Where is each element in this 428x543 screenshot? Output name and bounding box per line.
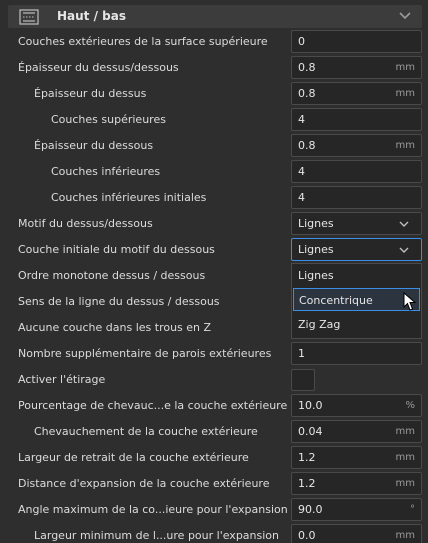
pattern-dropdown[interactable]: Lignes (291, 212, 422, 235)
setting-row: Couches supérieures 4 (0, 107, 428, 133)
setting-value: 1 (298, 347, 305, 360)
setting-unit: ° (410, 504, 415, 515)
setting-input[interactable]: 0.04 mm (291, 420, 422, 443)
setting-value: 90.0 (298, 503, 323, 516)
setting-value: 10.0 (298, 399, 323, 412)
setting-unit: mm (395, 88, 415, 99)
chevron-down-icon (399, 247, 409, 253)
setting-label: Motif du dessus/dessous (18, 217, 153, 230)
setting-value: 1.2 (298, 451, 316, 464)
setting-label: Couche initiale du motif du dessous (18, 243, 215, 256)
setting-input[interactable]: 0.0 mm (291, 524, 422, 543)
setting-input[interactable]: 4 (291, 160, 422, 183)
setting-row: Motif du dessus/dessous Lignes (0, 211, 428, 237)
setting-row: Couches inférieures 4 (0, 159, 428, 185)
ironing-checkbox[interactable] (291, 369, 315, 391)
setting-value: 1.2 (298, 477, 316, 490)
setting-value: 4 (298, 113, 305, 126)
setting-input[interactable]: 10.0 % (291, 394, 422, 417)
setting-label: Couches extérieures de la surface supéri… (18, 35, 268, 48)
setting-label: Distance d'expansion de la couche extéri… (18, 477, 270, 490)
setting-row: Épaisseur du dessous 0.8 mm (0, 133, 428, 159)
setting-row: Largeur minimum de l...ure pour l'expans… (0, 523, 428, 543)
setting-unit: mm (395, 530, 415, 541)
setting-input[interactable]: 1.2 mm (291, 472, 422, 495)
setting-value: 0 (298, 35, 305, 48)
category-icon (19, 9, 39, 25)
initial-pattern-dropdown[interactable]: Lignes (291, 238, 422, 261)
setting-input[interactable]: 4 (291, 186, 422, 209)
dropdown-value: Lignes (298, 243, 334, 256)
dropdown-option-zigzag[interactable]: Zig Zag (293, 313, 420, 336)
setting-unit: % (405, 400, 415, 411)
setting-value: 4 (298, 165, 305, 178)
setting-row: Chevauchement de la couche extérieure 0.… (0, 419, 428, 445)
setting-label: Épaisseur du dessous (34, 139, 154, 152)
setting-row: Nombre supplémentaire de parois extérieu… (0, 341, 428, 367)
settings-panel: Haut / bas Couches extérieures de la sur… (0, 0, 428, 543)
setting-unit: mm (395, 452, 415, 463)
setting-label: Couches inférieures initiales (51, 191, 207, 204)
setting-row: Couches extérieures de la surface supéri… (0, 29, 428, 55)
setting-row: Distance d'expansion de la couche extéri… (0, 471, 428, 497)
setting-label: Nombre supplémentaire de parois extérieu… (18, 347, 272, 360)
setting-value: 0.8 (298, 61, 316, 74)
setting-value: 0.8 (298, 139, 316, 152)
mouse-cursor-icon (403, 292, 417, 311)
setting-row: Pourcentage de chevauc...e la couche ext… (0, 393, 428, 419)
chevron-down-icon (399, 221, 409, 227)
setting-input[interactable]: 0.8 mm (291, 56, 422, 79)
setting-row: Angle maximum de la co...ieure pour l'ex… (0, 497, 428, 523)
setting-unit: mm (395, 478, 415, 489)
setting-value: 0.0 (298, 529, 316, 542)
setting-label: Angle maximum de la co...ieure pour l'ex… (18, 503, 288, 516)
dropdown-option-concentrique[interactable]: Concentrique (293, 288, 420, 311)
setting-label: Chevauchement de la couche extérieure (34, 425, 258, 438)
setting-label: Largeur minimum de l...ure pour l'expans… (34, 529, 279, 542)
setting-value: 0.04 (298, 425, 323, 438)
setting-input[interactable]: 90.0 ° (291, 498, 422, 521)
section-title: Haut / bas (57, 9, 126, 23)
setting-label: Pourcentage de chevauc...e la couche ext… (18, 399, 288, 412)
setting-label: Activer l'étirage (18, 373, 106, 386)
setting-input[interactable]: 1 (291, 342, 422, 365)
setting-unit: mm (395, 426, 415, 437)
setting-input[interactable]: 1.2 mm (291, 446, 422, 469)
setting-input[interactable]: 4 (291, 108, 422, 131)
setting-label: Largeur de retrait de la couche extérieu… (18, 451, 249, 464)
setting-unit: mm (395, 62, 415, 73)
setting-value: 0.8 (298, 87, 316, 100)
setting-label: Aucune couche dans les trous en Z (18, 321, 212, 334)
setting-row: Épaisseur du dessus 0.8 mm (0, 81, 428, 107)
setting-unit: mm (395, 140, 415, 151)
dropdown-value: Lignes (298, 217, 334, 230)
setting-input[interactable]: 0.8 mm (291, 82, 422, 105)
setting-row: Largeur de retrait de la couche extérieu… (0, 445, 428, 471)
setting-input[interactable]: 0 (291, 30, 422, 53)
setting-label: Ordre monotone dessus / dessous (18, 269, 206, 282)
chevron-down-icon[interactable] (398, 10, 412, 22)
setting-label: Épaisseur du dessus (34, 87, 147, 100)
dropdown-option-lignes[interactable]: Lignes (293, 264, 420, 287)
setting-label: Sens de la ligne du dessus / dessous (18, 295, 220, 308)
setting-row: Épaisseur du dessus/dessous 0.8 mm (0, 55, 428, 81)
setting-value: 4 (298, 191, 305, 204)
setting-row: Couche initiale du motif du dessous Lign… (0, 237, 428, 263)
setting-label: Couches inférieures (51, 165, 161, 178)
setting-label: Couches supérieures (51, 113, 166, 126)
setting-input[interactable]: 0.8 mm (291, 134, 422, 157)
setting-label: Épaisseur du dessus/dessous (18, 61, 179, 74)
setting-row: Couches inférieures initiales 4 (0, 185, 428, 211)
setting-row: Activer l'étirage (0, 367, 428, 393)
